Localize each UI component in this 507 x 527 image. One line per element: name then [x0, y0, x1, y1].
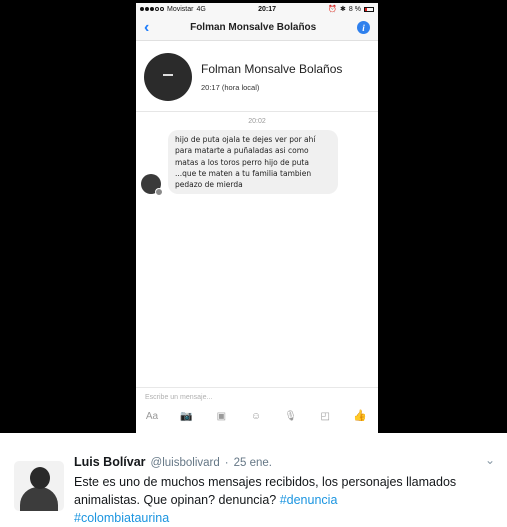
chevron-down-icon[interactable]: ⌄: [483, 453, 497, 467]
tweet-date[interactable]: 25 ene.: [234, 457, 272, 469]
tweet-header: Luis Bolívar @luisbolivard · 25 ene.: [74, 455, 272, 469]
avatar-graphic: [163, 73, 173, 80]
chat-navbar: ‹ Folman Monsalve Bolaños i: [136, 15, 378, 41]
microphone-icon[interactable]: 🎙: [283, 411, 299, 422]
status-bar: Movistar 4G 20:17 ⏰ ✱ 8 %: [136, 3, 378, 15]
gallery-icon[interactable]: ▣: [213, 411, 229, 422]
contact-local-time: 20:17 (hora local): [201, 83, 260, 92]
emoji-icon[interactable]: ☺: [248, 411, 264, 422]
hashtag-colombiataurina[interactable]: #colombiataurina: [74, 511, 169, 525]
network-label: 4G: [196, 5, 206, 13]
status-left: Movistar 4G: [140, 6, 206, 13]
screenshot-image: Movistar 4G 20:17 ⏰ ✱ 8 % ‹ Folman Monsa…: [0, 0, 507, 433]
avatar-head: [30, 467, 50, 489]
message-bubble[interactable]: hijo de puta ojala te dejes ver por ahí …: [168, 130, 338, 195]
battery-label: 8 %: [348, 5, 361, 13]
message-composer: Escribe un mensaje... Aa 📷 ▣ ☺ 🎙 ◰ 👍: [136, 387, 378, 433]
avatar-body: [20, 487, 58, 511]
user-avatar[interactable]: [14, 461, 64, 511]
like-icon[interactable]: 👍: [352, 411, 368, 422]
tweet-body: Este es uno de muchos mensajes recibidos…: [74, 475, 457, 508]
camera-icon[interactable]: 📷: [179, 411, 195, 422]
messenger-badge-icon: [155, 188, 163, 197]
divider: [136, 111, 378, 112]
phone-screen: Movistar 4G 20:17 ⏰ ✱ 8 % ‹ Folman Monsa…: [136, 3, 378, 433]
sticker-icon[interactable]: ◰: [317, 411, 333, 422]
battery-icon: [363, 6, 374, 12]
contact-name: Folman Monsalve Bolaños: [201, 62, 343, 76]
bluetooth-icon: ✱: [340, 6, 346, 13]
sender-avatar[interactable]: [141, 174, 163, 197]
separator-dot: ·: [224, 457, 229, 469]
signal-icon: [140, 7, 164, 11]
back-icon[interactable]: ‹: [144, 19, 149, 36]
hashtag-denuncia[interactable]: #denuncia: [280, 493, 338, 507]
user-name[interactable]: Luis Bolívar: [74, 455, 146, 469]
message-input[interactable]: Escribe un mensaje...: [136, 388, 378, 407]
tweet: Luis Bolívar @luisbolivard · 25 ene. ⌄ E…: [0, 433, 507, 527]
text-format-icon[interactable]: Aa: [144, 411, 160, 422]
user-handle[interactable]: @luisbolivard: [151, 457, 220, 469]
status-time: 20:17: [258, 5, 277, 13]
message-row: hijo de puta ojala te dejes ver por ahí …: [136, 125, 378, 197]
contact-profile: Folman Monsalve Bolaños 20:17 (hora loca…: [136, 41, 378, 111]
carrier-label: Movistar: [167, 5, 194, 13]
status-right: ⏰ ✱ 8 %: [328, 5, 374, 13]
message-timestamp: 20:02: [248, 118, 266, 125]
chat-title: Folman Monsalve Bolaños: [190, 22, 317, 33]
contact-info: Folman Monsalve Bolaños 20:17 (hora loca…: [201, 62, 342, 92]
composer-toolbar: Aa 📷 ▣ ☺ 🎙 ◰ 👍: [136, 407, 378, 422]
contact-avatar[interactable]: [144, 53, 192, 101]
tweet-text: Este es uno de muchos mensajes recibidos…: [74, 473, 494, 527]
info-icon[interactable]: i: [357, 21, 370, 34]
alarm-icon: ⏰: [328, 6, 338, 13]
